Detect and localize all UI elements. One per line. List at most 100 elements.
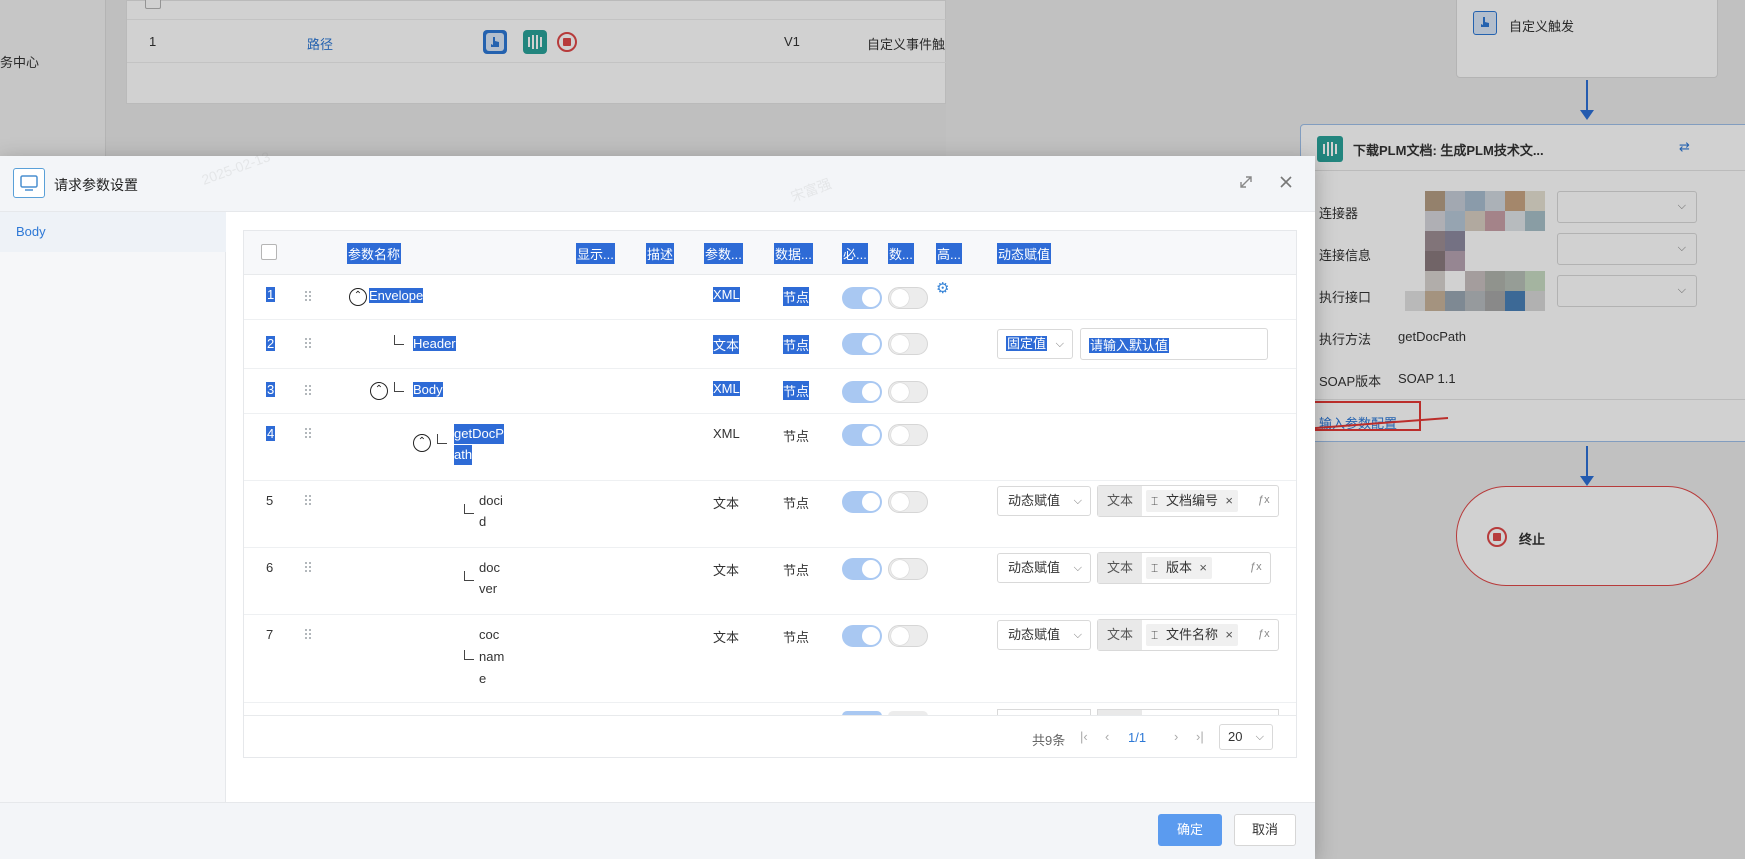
ok-button[interactable]: 确定 — [1158, 814, 1222, 846]
table-row[interactable]: 1 ⌃ Envelope XML 节点 ⚙ — [244, 275, 1296, 320]
tree-line-icon — [464, 650, 474, 660]
table-row[interactable]: 3 ⌃ Body XML 节点 — [244, 369, 1296, 414]
prev-page-icon[interactable]: ‹ — [1105, 729, 1109, 744]
modal-title: 请求参数设置 — [54, 177, 138, 193]
last-page-icon[interactable]: ›| — [1196, 729, 1204, 744]
gear-icon[interactable]: ⚙ — [936, 279, 949, 297]
drag-handle-icon[interactable] — [305, 495, 313, 507]
next-page-icon[interactable]: › — [1174, 729, 1178, 744]
param-name-line: d — [479, 514, 487, 529]
dynamic-value-field[interactable]: 文本 ⌶ 版本 × ƒx — [1097, 552, 1271, 584]
data-type: 节点 — [783, 381, 810, 400]
collapse-icon[interactable]: ⌃ — [413, 434, 431, 452]
col-param-type[interactable]: 参数... — [704, 243, 743, 264]
drag-handle-icon[interactable] — [305, 629, 313, 641]
array-toggle[interactable] — [888, 424, 928, 446]
param-name-line: e — [479, 671, 487, 686]
page-indicator: 1/1 — [1128, 730, 1147, 745]
col-desc[interactable]: 描述 — [646, 243, 675, 264]
drag-handle-icon[interactable] — [305, 291, 313, 303]
drag-handle-icon[interactable] — [305, 428, 313, 440]
remove-tag-icon[interactable]: × — [1225, 490, 1233, 512]
col-advanced[interactable]: 高... — [936, 243, 962, 264]
row-index: 6 — [266, 560, 274, 575]
text-cursor-icon: ⌶ — [1151, 561, 1159, 575]
required-toggle[interactable] — [842, 424, 882, 446]
param-name-line: nam — [479, 649, 505, 664]
dynamic-value-field[interactable]: 文本 ⌶ 文件名称 × ƒx — [1097, 619, 1279, 651]
dynamic-value-field[interactable]: 文本 ⌶ 文档编号 × ƒx — [1097, 485, 1279, 517]
required-toggle[interactable] — [842, 491, 882, 513]
array-toggle[interactable] — [888, 491, 928, 513]
value-mode-select[interactable]: 动态赋值 ⌵ — [997, 486, 1091, 516]
left-nav-item-body[interactable]: Body — [16, 224, 46, 239]
array-toggle[interactable] — [888, 558, 928, 580]
variable-tag[interactable]: ⌶ 版本 × — [1146, 557, 1213, 579]
drag-handle-icon[interactable] — [305, 385, 313, 397]
value-mode-label: 动态赋值 — [1008, 560, 1061, 575]
chevron-down-icon: ⌵ — [1255, 731, 1264, 743]
col-dynamic-value[interactable]: 动态赋值 — [997, 243, 1052, 264]
page-size-select[interactable]: 20 ⌵ — [1219, 724, 1273, 750]
variable-tag[interactable]: ⌶ 文档编号 × — [1146, 490, 1239, 512]
value-mode-select[interactable]: 动态赋值 ⌵ — [997, 553, 1091, 583]
param-name-line: doci — [479, 493, 503, 508]
variable-tag-label: 文档编号 — [1166, 493, 1219, 508]
value-mode-select[interactable]: 动态赋值 ⌵ — [997, 620, 1091, 650]
param-type: 文本 — [713, 496, 740, 511]
required-toggle[interactable] — [842, 558, 882, 580]
collapse-icon[interactable]: ⌃ — [370, 382, 388, 400]
function-icon[interactable]: ƒx — [1250, 561, 1262, 573]
select-all-checkbox[interactable] — [261, 244, 277, 260]
first-page-icon[interactable]: |‹ — [1080, 729, 1088, 744]
tree-line-icon — [464, 504, 474, 514]
required-toggle[interactable] — [842, 333, 882, 355]
table-row[interactable] — [244, 703, 1296, 715]
table-row[interactable]: 5 doci d 文本 节点 动态赋值 ⌵ 文本 ⌶ 文档编号 × ƒx — [244, 481, 1296, 548]
col-required[interactable]: 必... — [842, 243, 868, 264]
param-name: Body — [413, 382, 443, 397]
variable-tag-label: 文件名称 — [1166, 627, 1219, 642]
text-cursor-icon: ⌶ — [1151, 494, 1159, 508]
table-row[interactable]: 7 coc nam e 文本 节点 动态赋值 ⌵ 文本 ⌶ 文件名称 × ƒx — [244, 615, 1296, 703]
function-icon[interactable]: ƒx — [1258, 628, 1270, 640]
data-type: 节点 — [783, 287, 810, 306]
collapse-icon[interactable]: ⌃ — [349, 288, 367, 306]
value-type: 文本 — [1098, 486, 1142, 516]
col-param-name[interactable]: 参数名称 — [347, 243, 402, 264]
array-toggle[interactable] — [888, 381, 928, 403]
array-toggle[interactable] — [888, 625, 928, 647]
required-toggle[interactable] — [842, 287, 882, 309]
tree-line-icon — [394, 382, 404, 392]
table-row[interactable]: 6 doc ver 文本 节点 动态赋值 ⌵ 文本 ⌶ 版本 × ƒx — [244, 548, 1296, 615]
remove-tag-icon[interactable]: × — [1225, 624, 1233, 646]
row-index: 7 — [266, 627, 274, 642]
cancel-button[interactable]: 取消 — [1234, 814, 1296, 846]
param-name: Header — [413, 336, 456, 351]
value-mode-select[interactable]: 固定值 ⌵ — [997, 329, 1073, 359]
col-array[interactable]: 数... — [888, 243, 914, 264]
array-toggle[interactable] — [888, 333, 928, 355]
variable-tag[interactable]: ⌶ 文件名称 × — [1146, 624, 1239, 646]
value-type: 文本 — [1098, 620, 1142, 650]
function-icon[interactable]: ƒx — [1258, 494, 1270, 506]
required-toggle[interactable] — [842, 381, 882, 403]
drag-handle-icon[interactable] — [305, 562, 313, 574]
default-value-input[interactable]: 请输入默认值 — [1080, 328, 1268, 360]
close-icon[interactable] — [1276, 172, 1296, 192]
table-row[interactable]: 2 Header 文本 节点 固定值 ⌵ 请输入默认值 — [244, 320, 1296, 369]
remove-tag-icon[interactable]: × — [1199, 557, 1207, 579]
required-toggle[interactable] — [842, 625, 882, 647]
drag-handle-icon[interactable] — [305, 338, 313, 350]
table-row[interactable]: 4 ⌃ getDocP ath XML 节点 — [244, 414, 1296, 481]
tree-line-icon — [437, 434, 447, 444]
maximize-icon[interactable] — [1236, 172, 1256, 192]
array-toggle[interactable] — [888, 287, 928, 309]
data-type: 节点 — [783, 496, 810, 511]
chevron-down-icon: ⌵ — [1055, 338, 1064, 350]
col-display[interactable]: 显示... — [576, 243, 615, 264]
value-type: 文本 — [1098, 553, 1142, 583]
data-type: 节点 — [783, 335, 810, 354]
col-data-type[interactable]: 数据... — [774, 243, 813, 264]
grid-header: 参数名称 显示... 描述 参数... 数据... 必... 数... 高...… — [244, 231, 1296, 275]
